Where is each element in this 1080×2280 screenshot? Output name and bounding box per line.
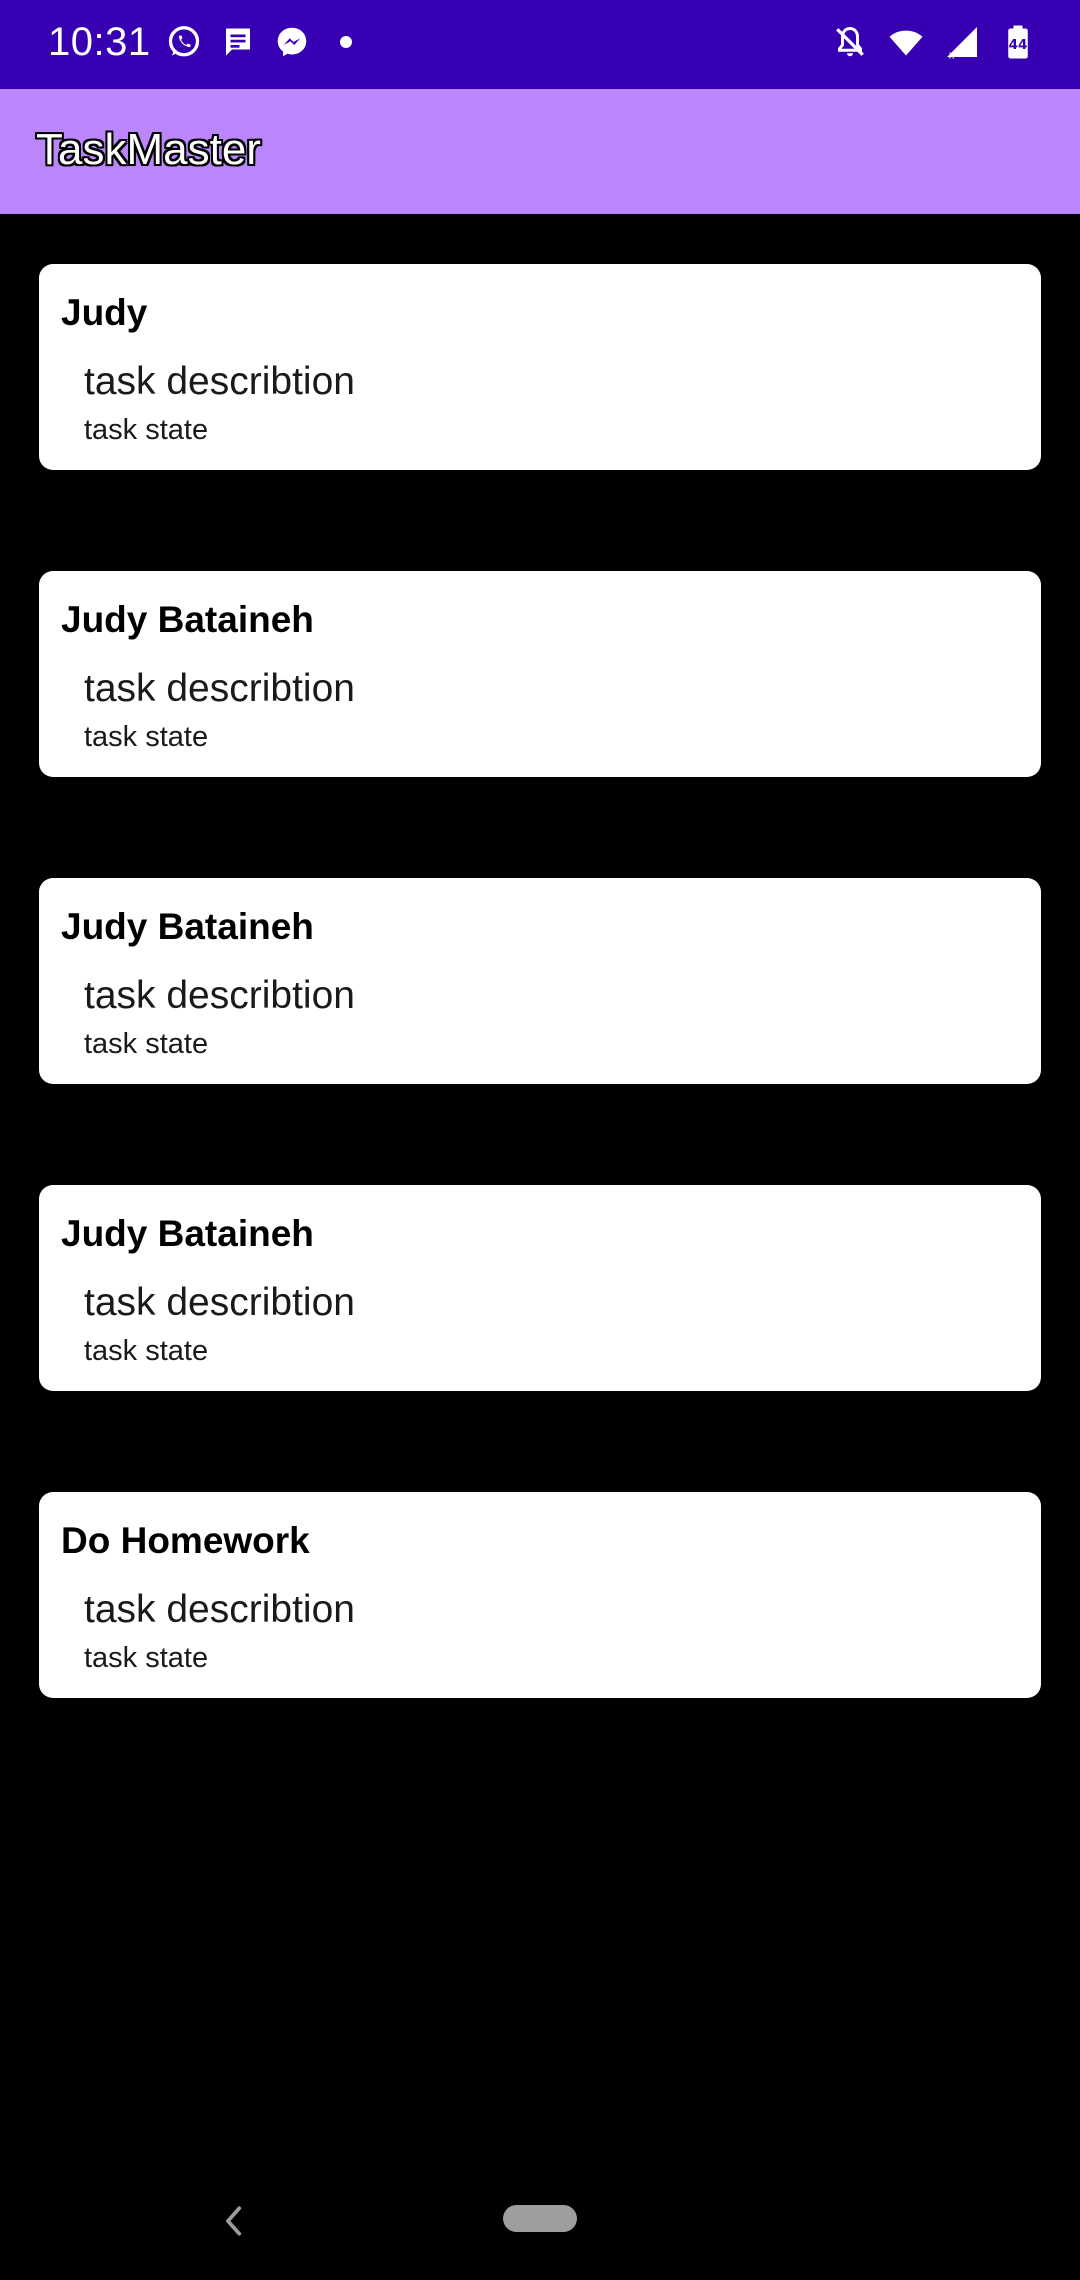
- whatsapp-icon: [168, 26, 200, 57]
- wifi-icon: [889, 30, 923, 56]
- status-bar: 10:31 x 44: [0, 0, 1080, 89]
- status-time: 10:31: [48, 20, 151, 64]
- task-state: task state: [84, 721, 209, 753]
- task-description: task describtion: [84, 1588, 355, 1631]
- task-title: Judy: [61, 292, 148, 333]
- svg-text:x: x: [949, 50, 955, 61]
- task-state: task state: [84, 1642, 209, 1674]
- task-state: task state: [84, 1028, 209, 1060]
- battery-level-text: 44: [1009, 37, 1028, 53]
- task-card[interactable]: Judy Bataineh task describtion task stat…: [39, 878, 1041, 1084]
- dot-icon: [340, 36, 352, 48]
- battery-icon: 44: [1008, 25, 1028, 59]
- app-title: TaskMaster: [36, 125, 261, 174]
- task-description: task describtion: [84, 667, 355, 710]
- task-card[interactable]: Judy Bataineh task describtion task stat…: [39, 571, 1041, 777]
- status-system-icons: x 44: [832, 24, 1036, 60]
- task-state: task state: [84, 414, 209, 446]
- signal-icon: x: [947, 27, 977, 61]
- task-list[interactable]: Judy task describtion task state Judy Ba…: [39, 264, 1041, 1799]
- task-description: task describtion: [84, 1281, 355, 1324]
- task-state: task state: [84, 1335, 209, 1367]
- task-title: Judy Bataineh: [61, 599, 314, 640]
- app-bar: TaskMaster: [0, 89, 1080, 214]
- task-title: Judy Bataineh: [61, 906, 314, 947]
- task-description: task describtion: [84, 974, 355, 1017]
- task-card[interactable]: Judy Bataineh task describtion task stat…: [39, 1185, 1041, 1391]
- task-title: Do Homework: [61, 1520, 310, 1561]
- task-card[interactable]: Judy task describtion task state: [39, 264, 1041, 470]
- status-notification-icons: [166, 24, 364, 60]
- navigation-bar: [0, 2160, 1080, 2280]
- back-icon[interactable]: [218, 2204, 252, 2238]
- task-card[interactable]: Do Homework task describtion task state: [39, 1492, 1041, 1698]
- task-description: task describtion: [84, 360, 355, 403]
- task-title: Judy Bataineh: [61, 1213, 314, 1254]
- message-icon: [226, 28, 250, 56]
- home-pill-icon[interactable]: [503, 2205, 577, 2232]
- messenger-icon: [277, 27, 307, 57]
- notifications-off-icon: [836, 26, 864, 57]
